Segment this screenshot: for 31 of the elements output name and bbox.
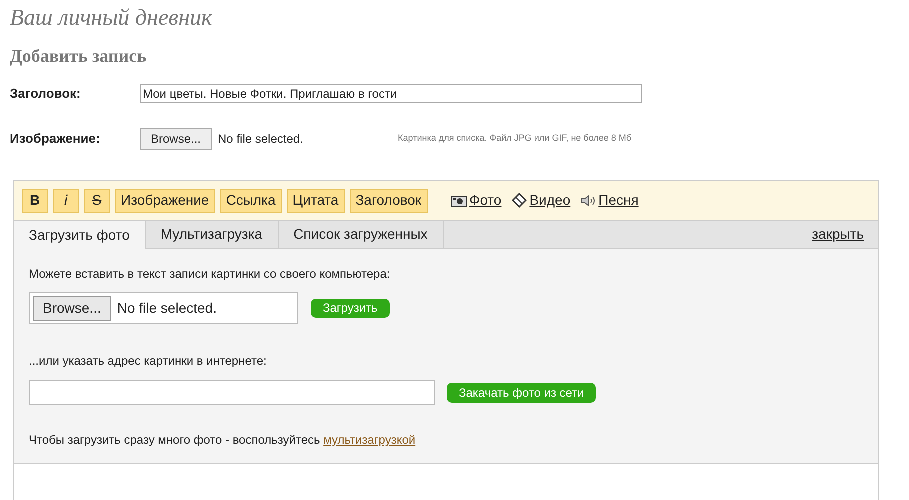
format-button[interactable]: B (22, 188, 48, 212)
camera-icon (450, 194, 467, 206)
tab[interactable]: Загрузить фото (14, 221, 146, 249)
file-status: No file selected. (117, 298, 217, 318)
browse-button[interactable]: Browse... (140, 128, 212, 150)
media-link[interactable]: Фото (470, 190, 502, 211)
hint-text: Картинка для списка. Файл JPG или GIF, не более 8 Мб (398, 132, 632, 145)
section-title: Добавить запись (10, 45, 148, 68)
diamond-icon (512, 193, 527, 208)
close-link[interactable]: закрыть (812, 224, 864, 245)
multi-upload-link[interactable]: мультизагрузкой (324, 433, 416, 447)
title-field[interactable]: Мои цветы. Новые Фотки. Приглашаю в гости (140, 84, 642, 104)
file-status: No file selected. (218, 130, 304, 148)
upload-intro: Можете вставить в текст записи картинки со своего компьютера: (29, 266, 392, 283)
format-button[interactable]: Изображение (115, 188, 216, 212)
format-button[interactable]: Заголовок (350, 188, 428, 212)
format-button[interactable]: Цитата (286, 188, 345, 212)
media-link[interactable]: Видео (530, 190, 571, 211)
field-label: Заголовок: (10, 85, 82, 103)
format-button[interactable]: S (84, 188, 110, 212)
browse-button[interactable]: Browse... (33, 296, 112, 320)
media-link[interactable]: Песня (598, 190, 639, 211)
format-button[interactable]: Ссылка (220, 188, 282, 212)
field-label: Изображение: (10, 130, 102, 148)
format-button[interactable]: i (53, 188, 79, 212)
speaker-icon (580, 194, 596, 206)
file-field[interactable]: Browse... No file selected. (29, 292, 298, 324)
url-field[interactable] (29, 380, 435, 405)
page-title: Ваш личный дневник (10, 4, 214, 32)
multi-upload-note: Чтобы загрузить сразу много фото - воспользуйтесь мультизагрузкой (29, 432, 417, 449)
url-intro: ...или указать адрес картинки в интернете: (29, 353, 268, 370)
